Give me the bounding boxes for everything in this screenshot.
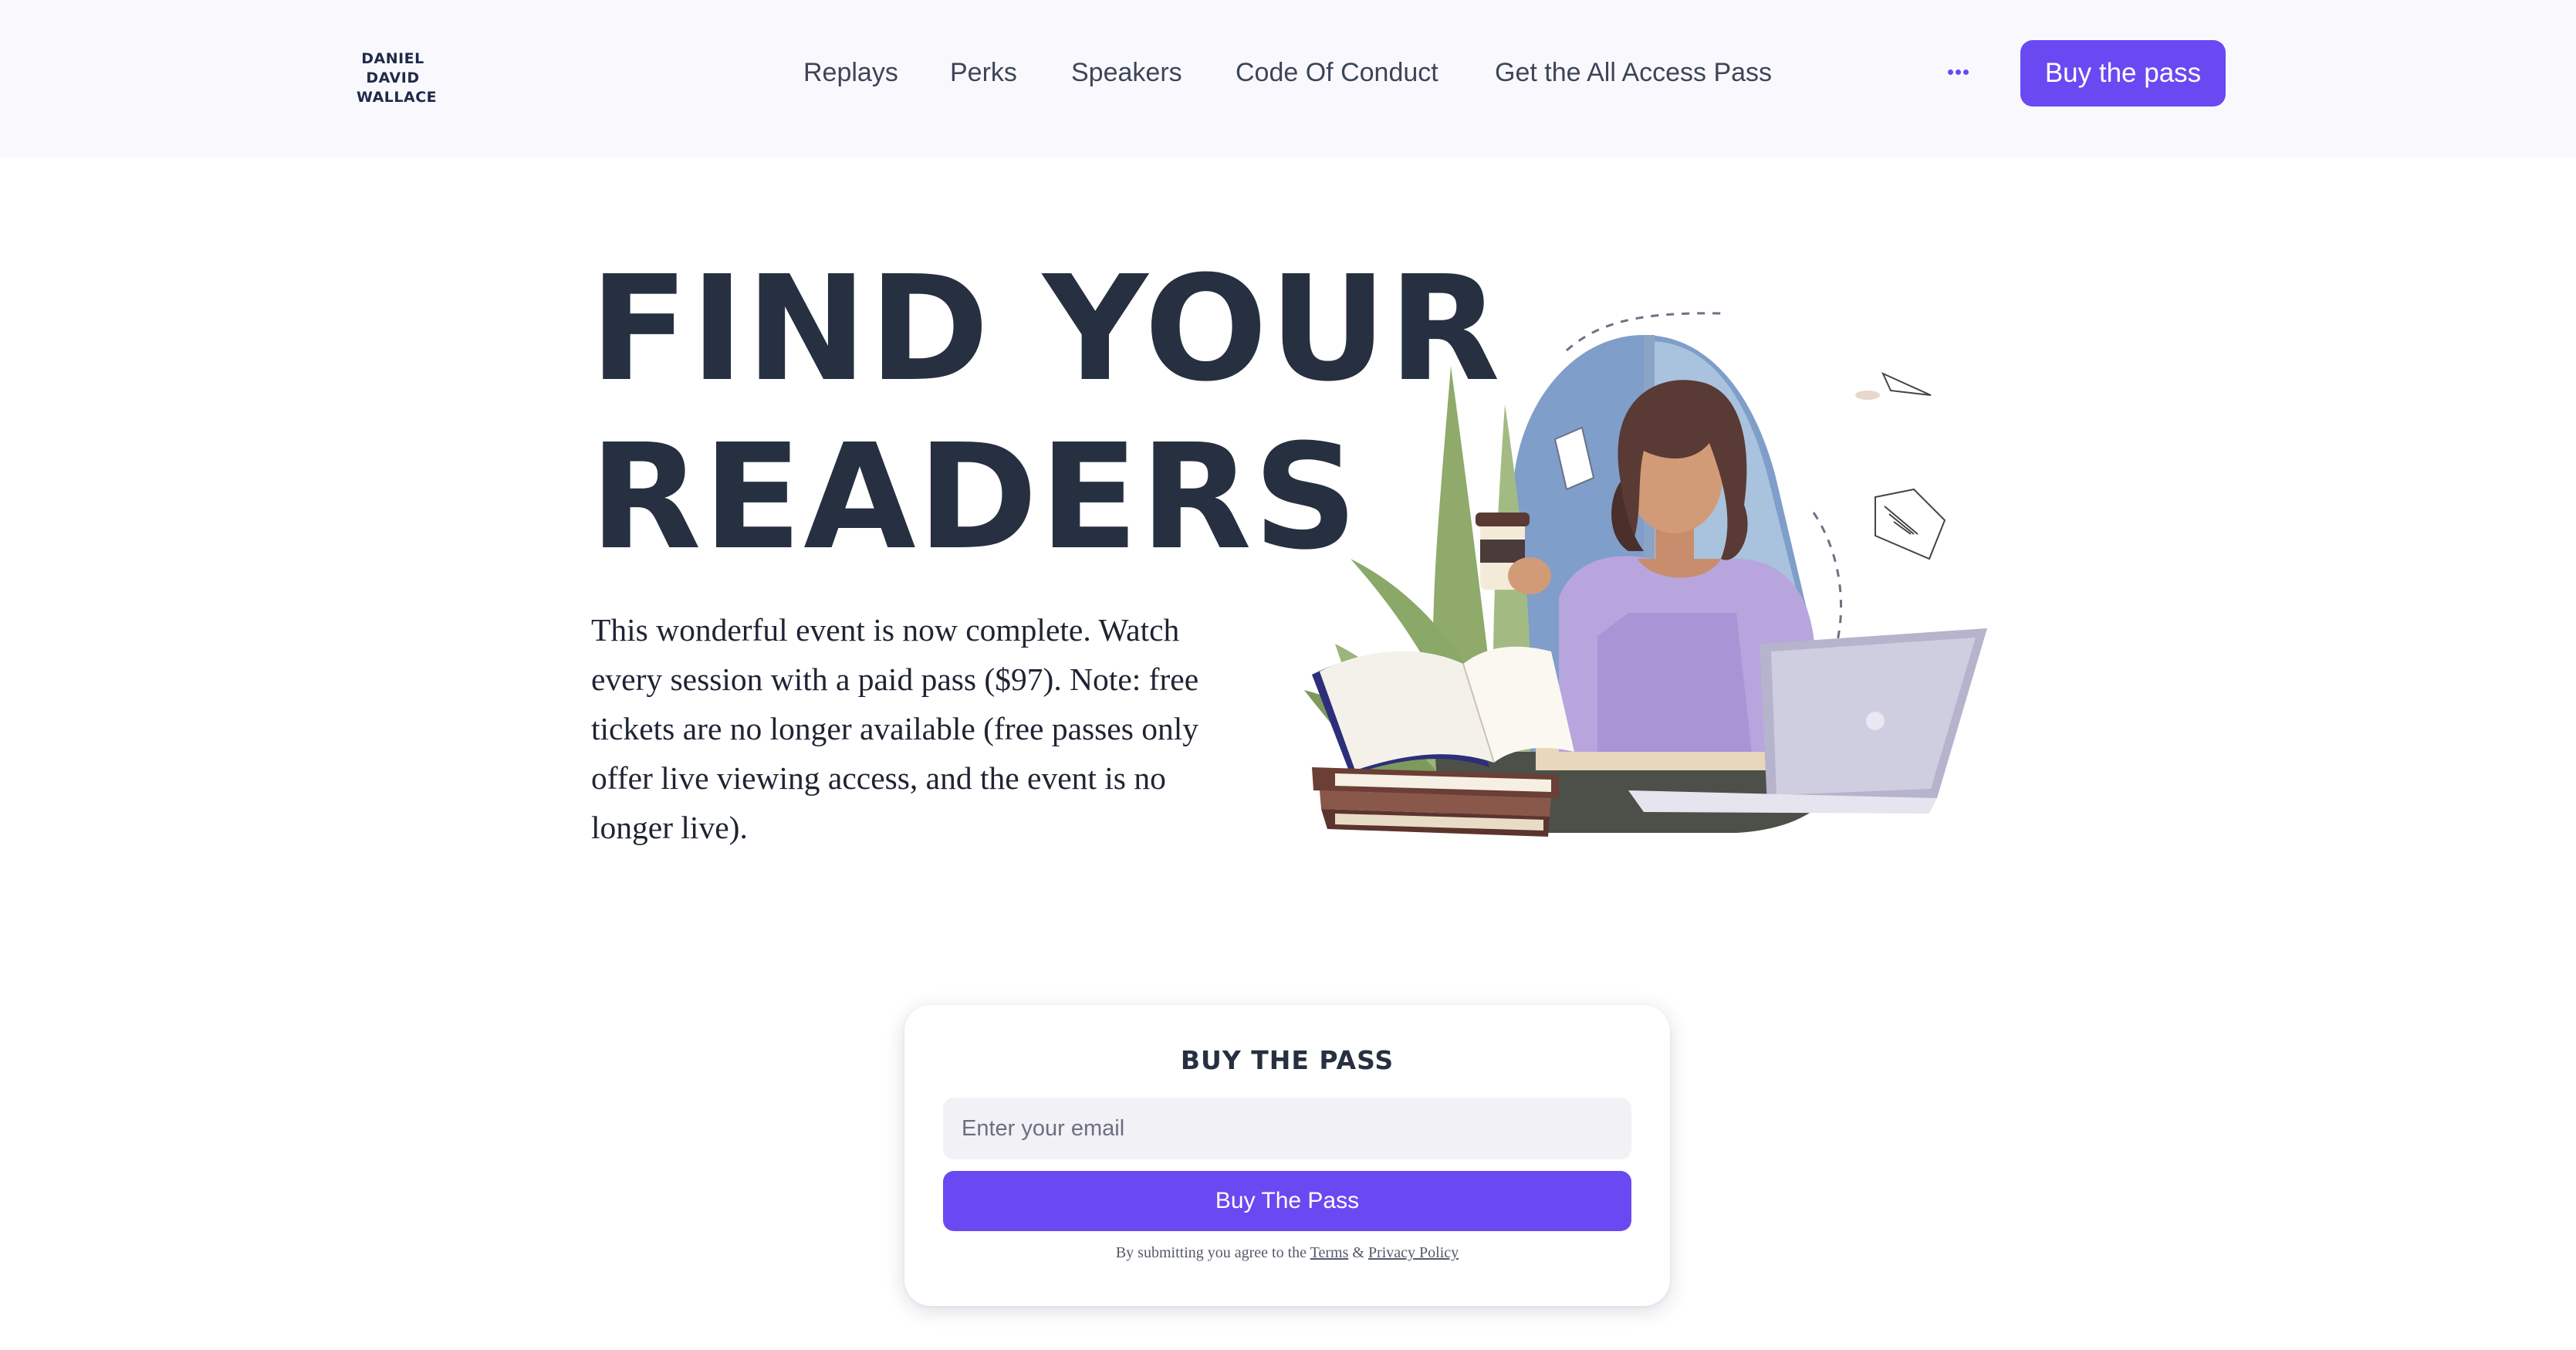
hero-title-line-2: READERS [590, 413, 1360, 582]
site-header: DANIEL DAVID WALLACE Replays Perks Speak… [0, 0, 2576, 157]
nav-link-all-access-pass[interactable]: Get the All Access Pass [1495, 56, 1772, 90]
hero-description: This wonderful event is now complete. Wa… [591, 612, 1199, 845]
privacy-policy-link[interactable]: Privacy Policy [1368, 1244, 1459, 1261]
buy-pass-header-button[interactable]: Buy the pass [2020, 40, 2226, 107]
nav-link-perks[interactable]: Perks [950, 56, 1017, 90]
buy-pass-button[interactable]: Buy The Pass [943, 1171, 1631, 1231]
terms-ampersand: & [1352, 1244, 1364, 1261]
terms-prefix: By submitting you agree to the [1115, 1244, 1307, 1261]
buy-pass-card: BUY THE PASS Buy The Pass By submitting … [904, 1005, 1670, 1306]
nav-link-speakers[interactable]: Speakers [1071, 56, 1182, 90]
nav-link-code-of-conduct[interactable]: Code Of Conduct [1236, 56, 1438, 90]
email-input[interactable] [943, 1098, 1631, 1159]
hero-title: FIND YOUR READERS [590, 245, 1502, 582]
nav-link-replays[interactable]: Replays [803, 56, 898, 90]
more-horizontal-icon[interactable] [1945, 60, 1973, 83]
terms-text: By submitting you agree to the Terms & P… [904, 1244, 1670, 1262]
terms-link[interactable]: Terms [1310, 1244, 1349, 1261]
hero-title-line-1: FIND YOUR [590, 245, 1502, 414]
card-title: BUY THE PASS [1180, 1045, 1394, 1075]
woman-reading-illustration [1304, 312, 1987, 837]
